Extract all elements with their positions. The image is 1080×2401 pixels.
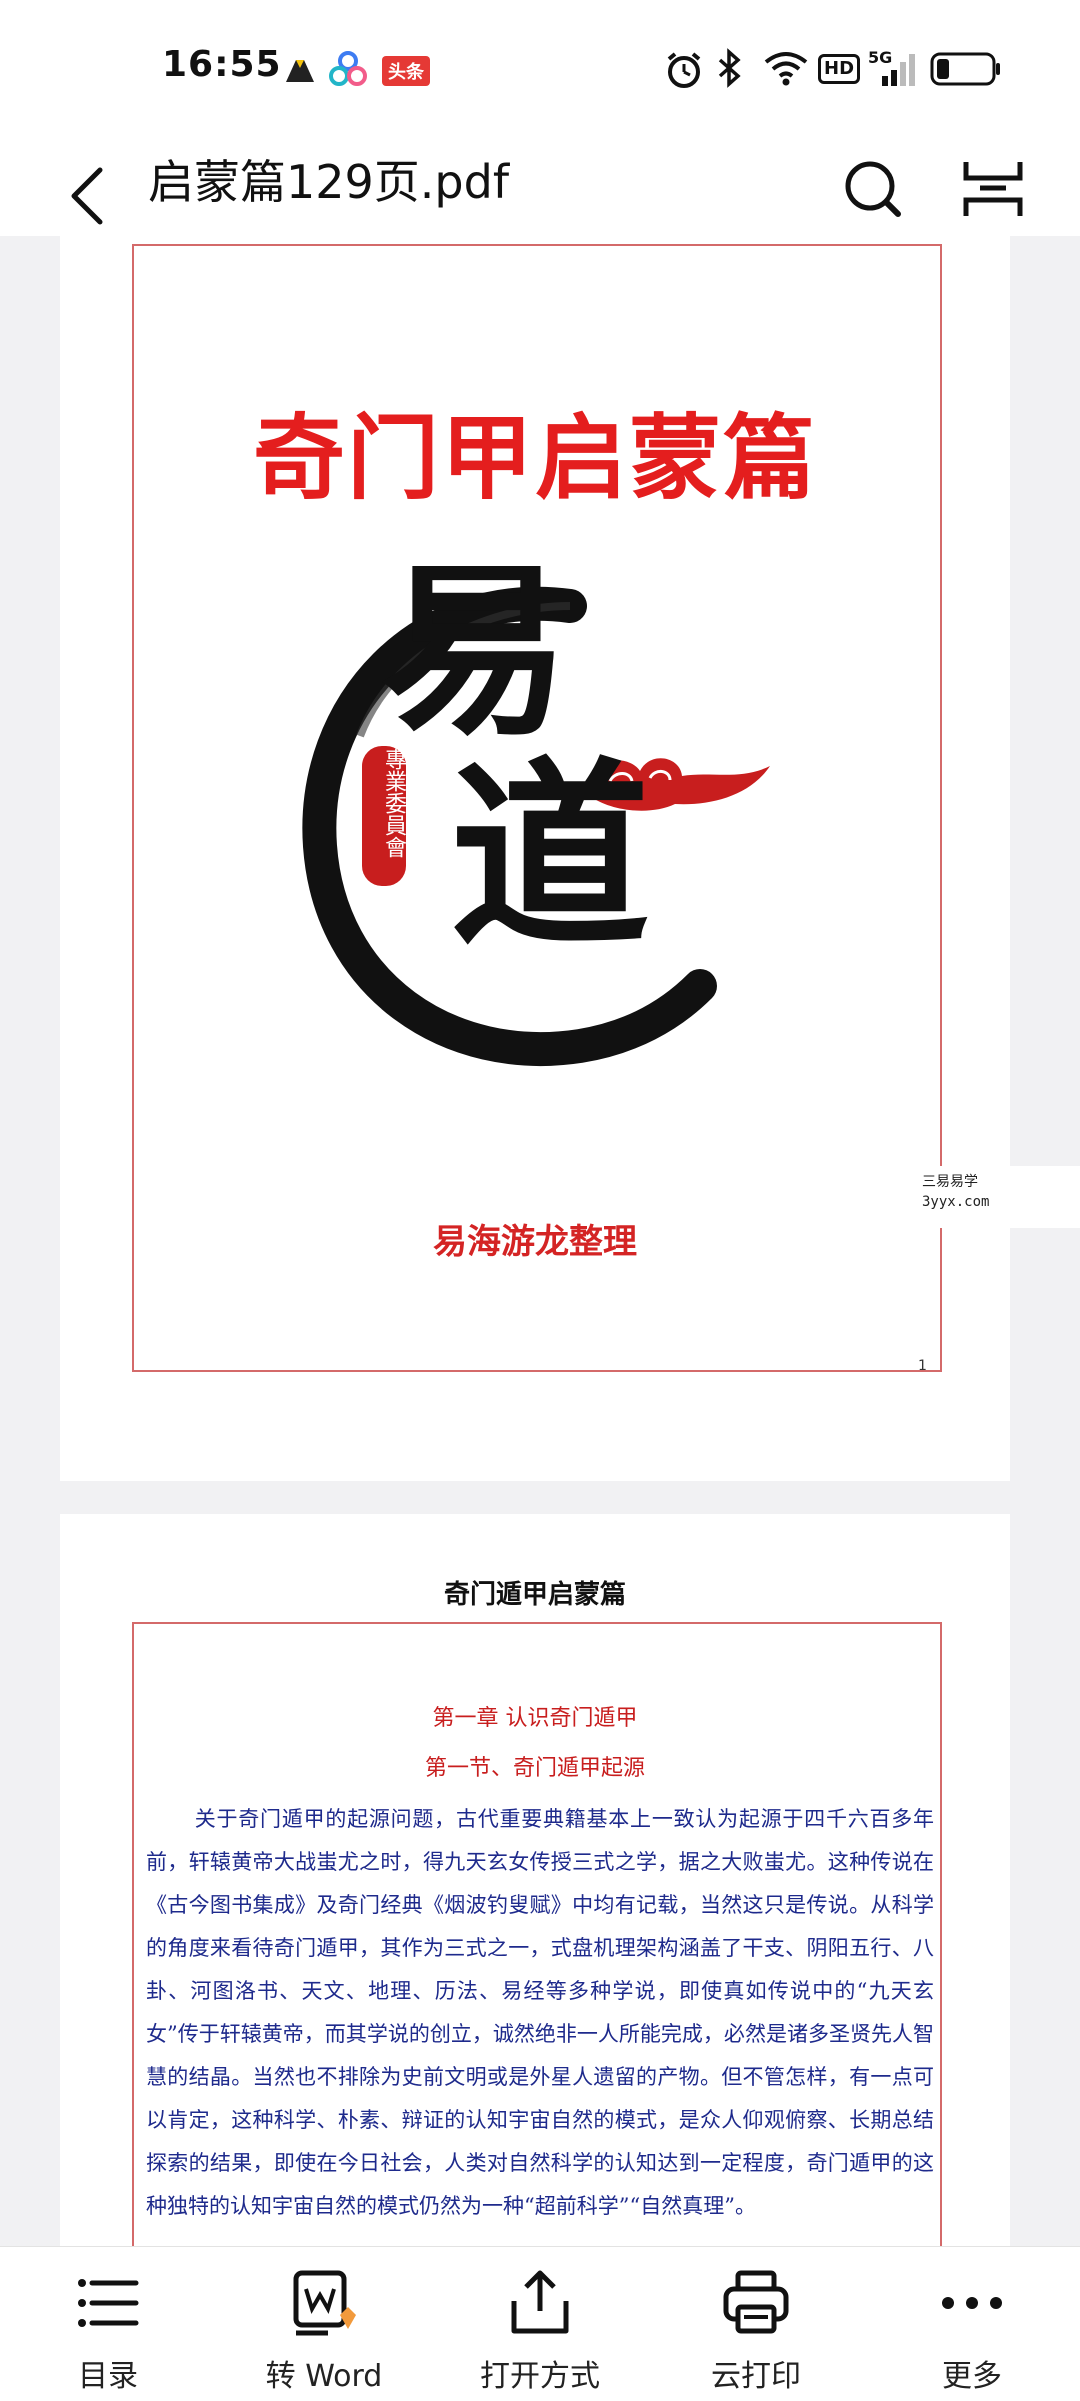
yidao-logo: 易 道 <box>302 566 770 1067</box>
toc-button[interactable]: 目录 <box>8 2247 208 2401</box>
printer-icon <box>723 2270 789 2334</box>
convert-word-button[interactable]: 转 Word <box>224 2247 424 2401</box>
bottom-toolbar: 目录 转 Word 打开方式 云打印 更多 <box>0 2246 1080 2401</box>
section-title: 第一节、奇门遁甲起源 <box>424 1756 645 1781</box>
open-with-label: 打开方式 <box>480 2359 600 2394</box>
bluetooth-icon <box>718 48 741 88</box>
back-icon[interactable] <box>60 140 120 236</box>
app-icon <box>329 51 367 86</box>
body-paragraph: 关于奇门遁甲的起源问题，古代重要典籍基本上一致认为起源于四千六百多年前，轩辕黄帝… <box>146 1798 934 2228</box>
hd-badge: HD <box>818 54 861 84</box>
cloud-print-button[interactable]: 云打印 <box>656 2247 856 2401</box>
body-paragraph-text: 关于奇门遁甲的起源问题，古代重要典籍基本上一致认为起源于四千六百多年前，轩辕黄帝… <box>146 1807 934 2218</box>
status-time: 16:55 <box>162 44 282 85</box>
share-icon <box>511 2270 569 2334</box>
document-viewer[interactable]: 奇门甲启蒙篇 易 道 專業委員會 易海游龙整理 1 三易易学 3yyx.com … <box>0 236 1080 2246</box>
wifi-icon <box>764 52 808 86</box>
convert-word-icon <box>293 2270 356 2336</box>
pdf-page-1: 奇门甲启蒙篇 易 道 專業委員會 易海游龙整理 1 <box>60 236 1010 1481</box>
more-button[interactable]: 更多 <box>872 2247 1072 2401</box>
logo-char-yi: 易 <box>380 566 570 761</box>
cover-title: 奇门甲启蒙篇 <box>252 405 817 512</box>
chapter-title: 第一章 认识奇门遁甲 <box>432 1706 638 1731</box>
list-icon <box>78 2279 139 2327</box>
watermark-url: 3yyx.com <box>922 1194 990 1210</box>
more-label: 更多 <box>942 2359 1002 2394</box>
toc-label: 目录 <box>78 2359 138 2394</box>
android-icon <box>286 60 314 82</box>
signal-icon <box>882 54 915 86</box>
status-bar: 16:55 头条 HD 5G <box>0 0 1080 140</box>
open-with-button[interactable]: 打开方式 <box>440 2247 640 2401</box>
watermark: 三易易学 3yyx.com <box>916 1166 1080 1228</box>
pdf-page-2: 奇门遁甲启蒙篇 第一章 认识奇门遁甲 第一节、奇门遁甲起源 关于奇门遁甲的起源问… <box>60 1514 1010 2246</box>
battery-icon <box>930 52 1000 86</box>
expand-icon[interactable] <box>956 140 1030 236</box>
seal-text: 專業委員會 <box>381 748 406 858</box>
toutiao-badge: 头条 <box>382 56 430 86</box>
more-icon <box>942 2297 1002 2309</box>
document-title: 启蒙篇129页.pdf <box>148 155 510 209</box>
convert-word-label: 转 Word <box>265 2359 383 2394</box>
cloud-print-label: 云打印 <box>711 2359 801 2394</box>
watermark-name: 三易易学 <box>922 1174 978 1190</box>
search-icon[interactable] <box>836 140 910 236</box>
logo-char-dao: 道 <box>450 739 650 974</box>
alarm-icon <box>667 52 701 88</box>
compiler-credit: 易海游龙整理 <box>433 1222 637 1262</box>
page-running-header: 奇门遁甲启蒙篇 <box>443 1580 626 1610</box>
page-number: 1 <box>918 1358 927 1374</box>
